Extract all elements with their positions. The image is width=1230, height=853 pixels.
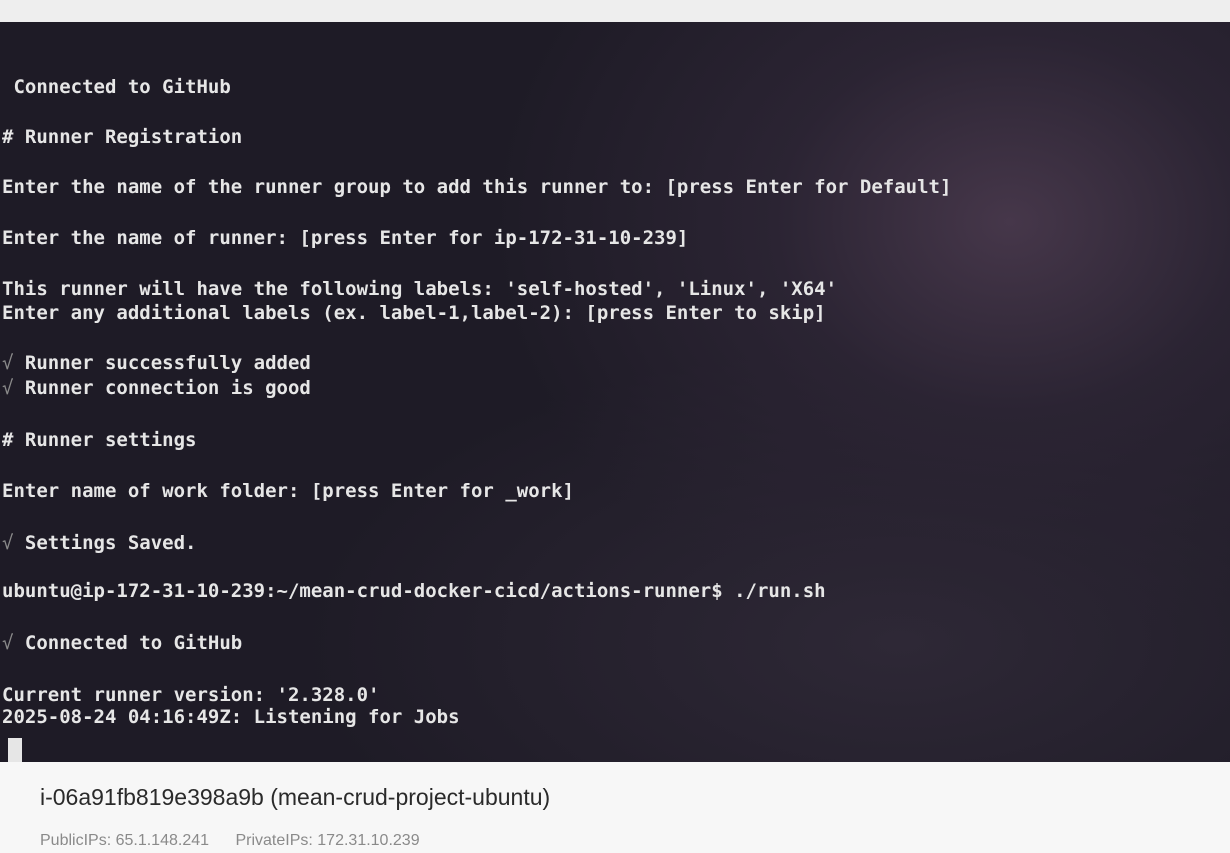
terminal-line: Enter any additional labels (ex. label-1… (2, 302, 826, 324)
public-ips: PublicIPs: 65.1.148.241 (40, 832, 210, 849)
instance-ip-row: PublicIPs: 65.1.148.241 PrivateIPs: 172.… (40, 832, 442, 850)
terminal-line: ubuntu@ip-172-31-10-239:~/mean-crud-dock… (2, 580, 826, 602)
terminal-line: # Runner Registration (2, 126, 243, 148)
terminal-line: Enter the name of runner: [press Enter f… (2, 227, 689, 249)
instance-info-panel: i-06a91fb819e398a9b (mean-crud-project-u… (0, 762, 1230, 853)
terminal-line: 2025-08-24 04:16:49Z: Listening for Jobs (2, 706, 460, 728)
terminal-cursor (8, 738, 22, 762)
private-ips: PrivateIPs: 172.31.10.239 (235, 832, 420, 849)
terminal-line: # Runner settings (2, 429, 197, 451)
instance-title: i-06a91fb819e398a9b (mean-crud-project-u… (40, 784, 551, 810)
terminal-line: √ Runner connection is good (2, 377, 311, 399)
terminal-line: √ Runner successfully added (2, 352, 311, 374)
terminal-line: √ Settings Saved. (2, 532, 197, 554)
terminal-line: Connected to GitHub (2, 76, 231, 98)
terminal-line: Enter name of work folder: [press Enter … (2, 480, 574, 502)
terminal-line: Enter the name of the runner group to ad… (2, 176, 952, 198)
terminal-line: √ Connected to GitHub (2, 632, 243, 654)
terminal-window[interactable]: Connected to GitHub # Runner Registratio… (0, 22, 1230, 762)
terminal-line: This runner will have the following labe… (2, 278, 838, 300)
terminal-line: Current runner version: '2.328.0' (2, 684, 380, 706)
